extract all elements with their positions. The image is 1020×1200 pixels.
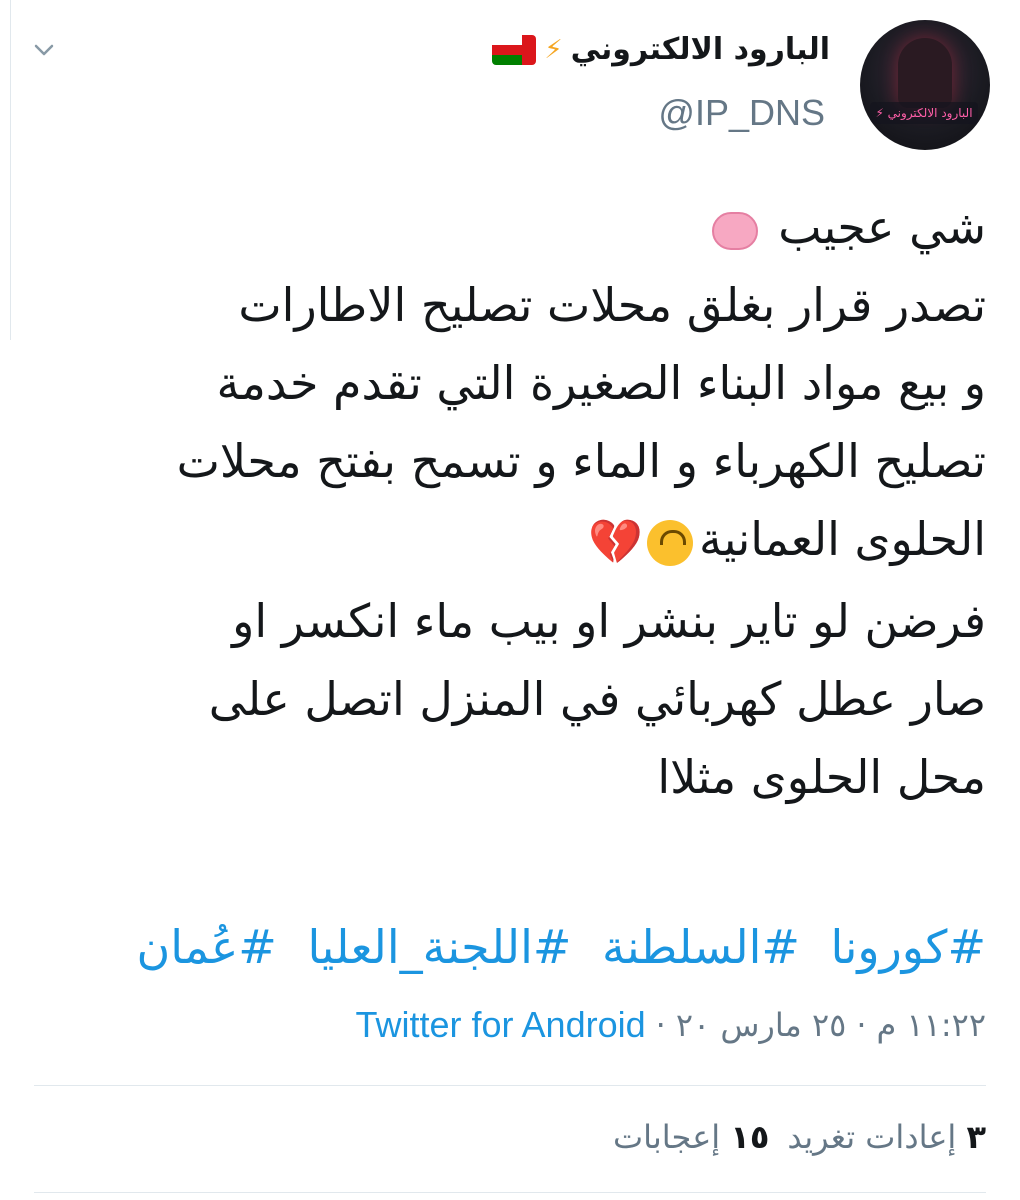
- hashtags-row: #كورونا #السلطنة #اللجنة_العليا #عُمان: [36, 912, 986, 982]
- tweet-line: فرضن لو تاير بنشر او بيب ماء انكسر او: [232, 593, 986, 648]
- avatar[interactable]: البارود الالكتروني ⚡: [860, 20, 990, 150]
- chevron-down-icon[interactable]: [30, 36, 58, 64]
- avatar-hood-figure: [898, 38, 952, 108]
- hashtag-link[interactable]: #عُمان: [136, 920, 276, 974]
- tweet-date: ٢٥ مارس ٢٠: [675, 1006, 847, 1044]
- left-panel-edge: [0, 0, 11, 340]
- retweets-label: إعادات تغريد: [787, 1118, 957, 1156]
- tweet-line: تصدر قرار بغلق محلات تصليح الاطارات: [238, 278, 986, 332]
- author-name-row[interactable]: البارود الالكتروني ⚡: [492, 30, 830, 70]
- tweet-line: محل الحلوى مثلاا: [657, 749, 986, 804]
- tweet-line: صار عطل كهربائي في المنزل اتصل على: [208, 671, 986, 726]
- retweets-count: ٣: [966, 1118, 986, 1156]
- tweet-stats: ٣ إعادات تغريد ١٥ إعجابات: [613, 1118, 986, 1156]
- display-name[interactable]: البارود الالكتروني: [571, 30, 830, 70]
- oman-flag-icon: [492, 35, 537, 65]
- tweet-line: و بيع مواد البناء الصغيرة التي تقدم خدمة: [216, 356, 986, 410]
- broken-heart-icon: 💔: [588, 516, 643, 568]
- tweet-meta: ١١:٢٢ م · ٢٥ مارس ٢٠ · Twitter for Andro…: [356, 1004, 987, 1046]
- tweet-line: شي عجيب: [36, 188, 986, 266]
- lightning-icon: ⚡: [544, 35, 563, 65]
- author-handle[interactable]: @IP_DNS: [658, 92, 825, 134]
- divider: [34, 1192, 986, 1193]
- tweet-time: ١١:٢٢ م: [876, 1006, 986, 1044]
- divider: [34, 1085, 986, 1086]
- hashtag-link[interactable]: #اللجنة_العليا: [307, 920, 571, 974]
- likes-count: ١٥: [730, 1118, 770, 1156]
- likes-label: إعجابات: [613, 1118, 721, 1156]
- avatar-badge-text: البارود الالكتروني ⚡: [870, 102, 978, 124]
- tweet-source-link[interactable]: Twitter for Android: [356, 1004, 646, 1046]
- meta-separator: ·: [856, 1006, 867, 1044]
- hashtag-link[interactable]: #السلطنة: [602, 920, 800, 974]
- tweet-line: الحلوى العمانية💔: [36, 500, 986, 582]
- brain-emoji-icon: [711, 211, 758, 250]
- retweets-stat[interactable]: ٣ إعادات تغريد: [787, 1118, 986, 1156]
- meta-separator: ·: [655, 1006, 666, 1044]
- upside-down-face-icon: [646, 519, 693, 566]
- likes-stat[interactable]: ١٥ إعجابات: [613, 1118, 769, 1156]
- hashtag-link[interactable]: #كورونا: [831, 920, 986, 974]
- tweet-line: تصليح الكهرباء و الماء و تسمح بفتح محلات: [176, 434, 986, 488]
- tweet-text: شي عجيب تصدر قرار بغلق محلات تصليح الاطا…: [36, 188, 986, 816]
